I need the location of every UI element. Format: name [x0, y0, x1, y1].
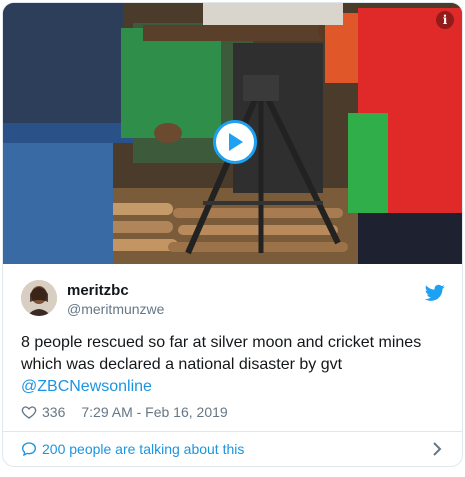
play-button[interactable] — [213, 120, 257, 164]
speech-bubble-icon — [21, 442, 37, 457]
tweet-text: 8 people rescued so far at silver moon a… — [21, 332, 441, 398]
talking-label[interactable]: 200 people are talking about this — [42, 441, 244, 457]
twitter-bird-icon[interactable] — [425, 284, 445, 302]
user-handle[interactable]: @meritmunzwe — [67, 301, 164, 317]
like-count: 336 — [42, 404, 66, 420]
avatar-image — [21, 280, 57, 316]
video-thumbnail[interactable]: i — [3, 3, 462, 264]
chevron-right-icon[interactable] — [430, 441, 444, 457]
tweet-card: i meritzbc @meritmunzwe 8 people rescued… — [2, 2, 463, 467]
mention-link[interactable]: @ZBCNewsonline — [21, 378, 152, 395]
info-icon[interactable]: i — [436, 11, 454, 29]
timestamp[interactable]: 7:29 AM - Feb 16, 2019 — [81, 404, 227, 420]
avatar[interactable] — [21, 280, 57, 316]
heart-icon[interactable] — [21, 404, 37, 420]
tweet-body: 8 people rescued so far at silver moon a… — [21, 334, 422, 373]
tweet-meta: 336 7:29 AM - Feb 16, 2019 — [21, 403, 228, 421]
display-name[interactable]: meritzbc — [67, 282, 129, 299]
conversation-link[interactable]: 200 people are talking about this — [3, 432, 462, 466]
play-icon — [229, 133, 243, 151]
tweet-header: meritzbc @meritmunzwe — [21, 280, 449, 320]
